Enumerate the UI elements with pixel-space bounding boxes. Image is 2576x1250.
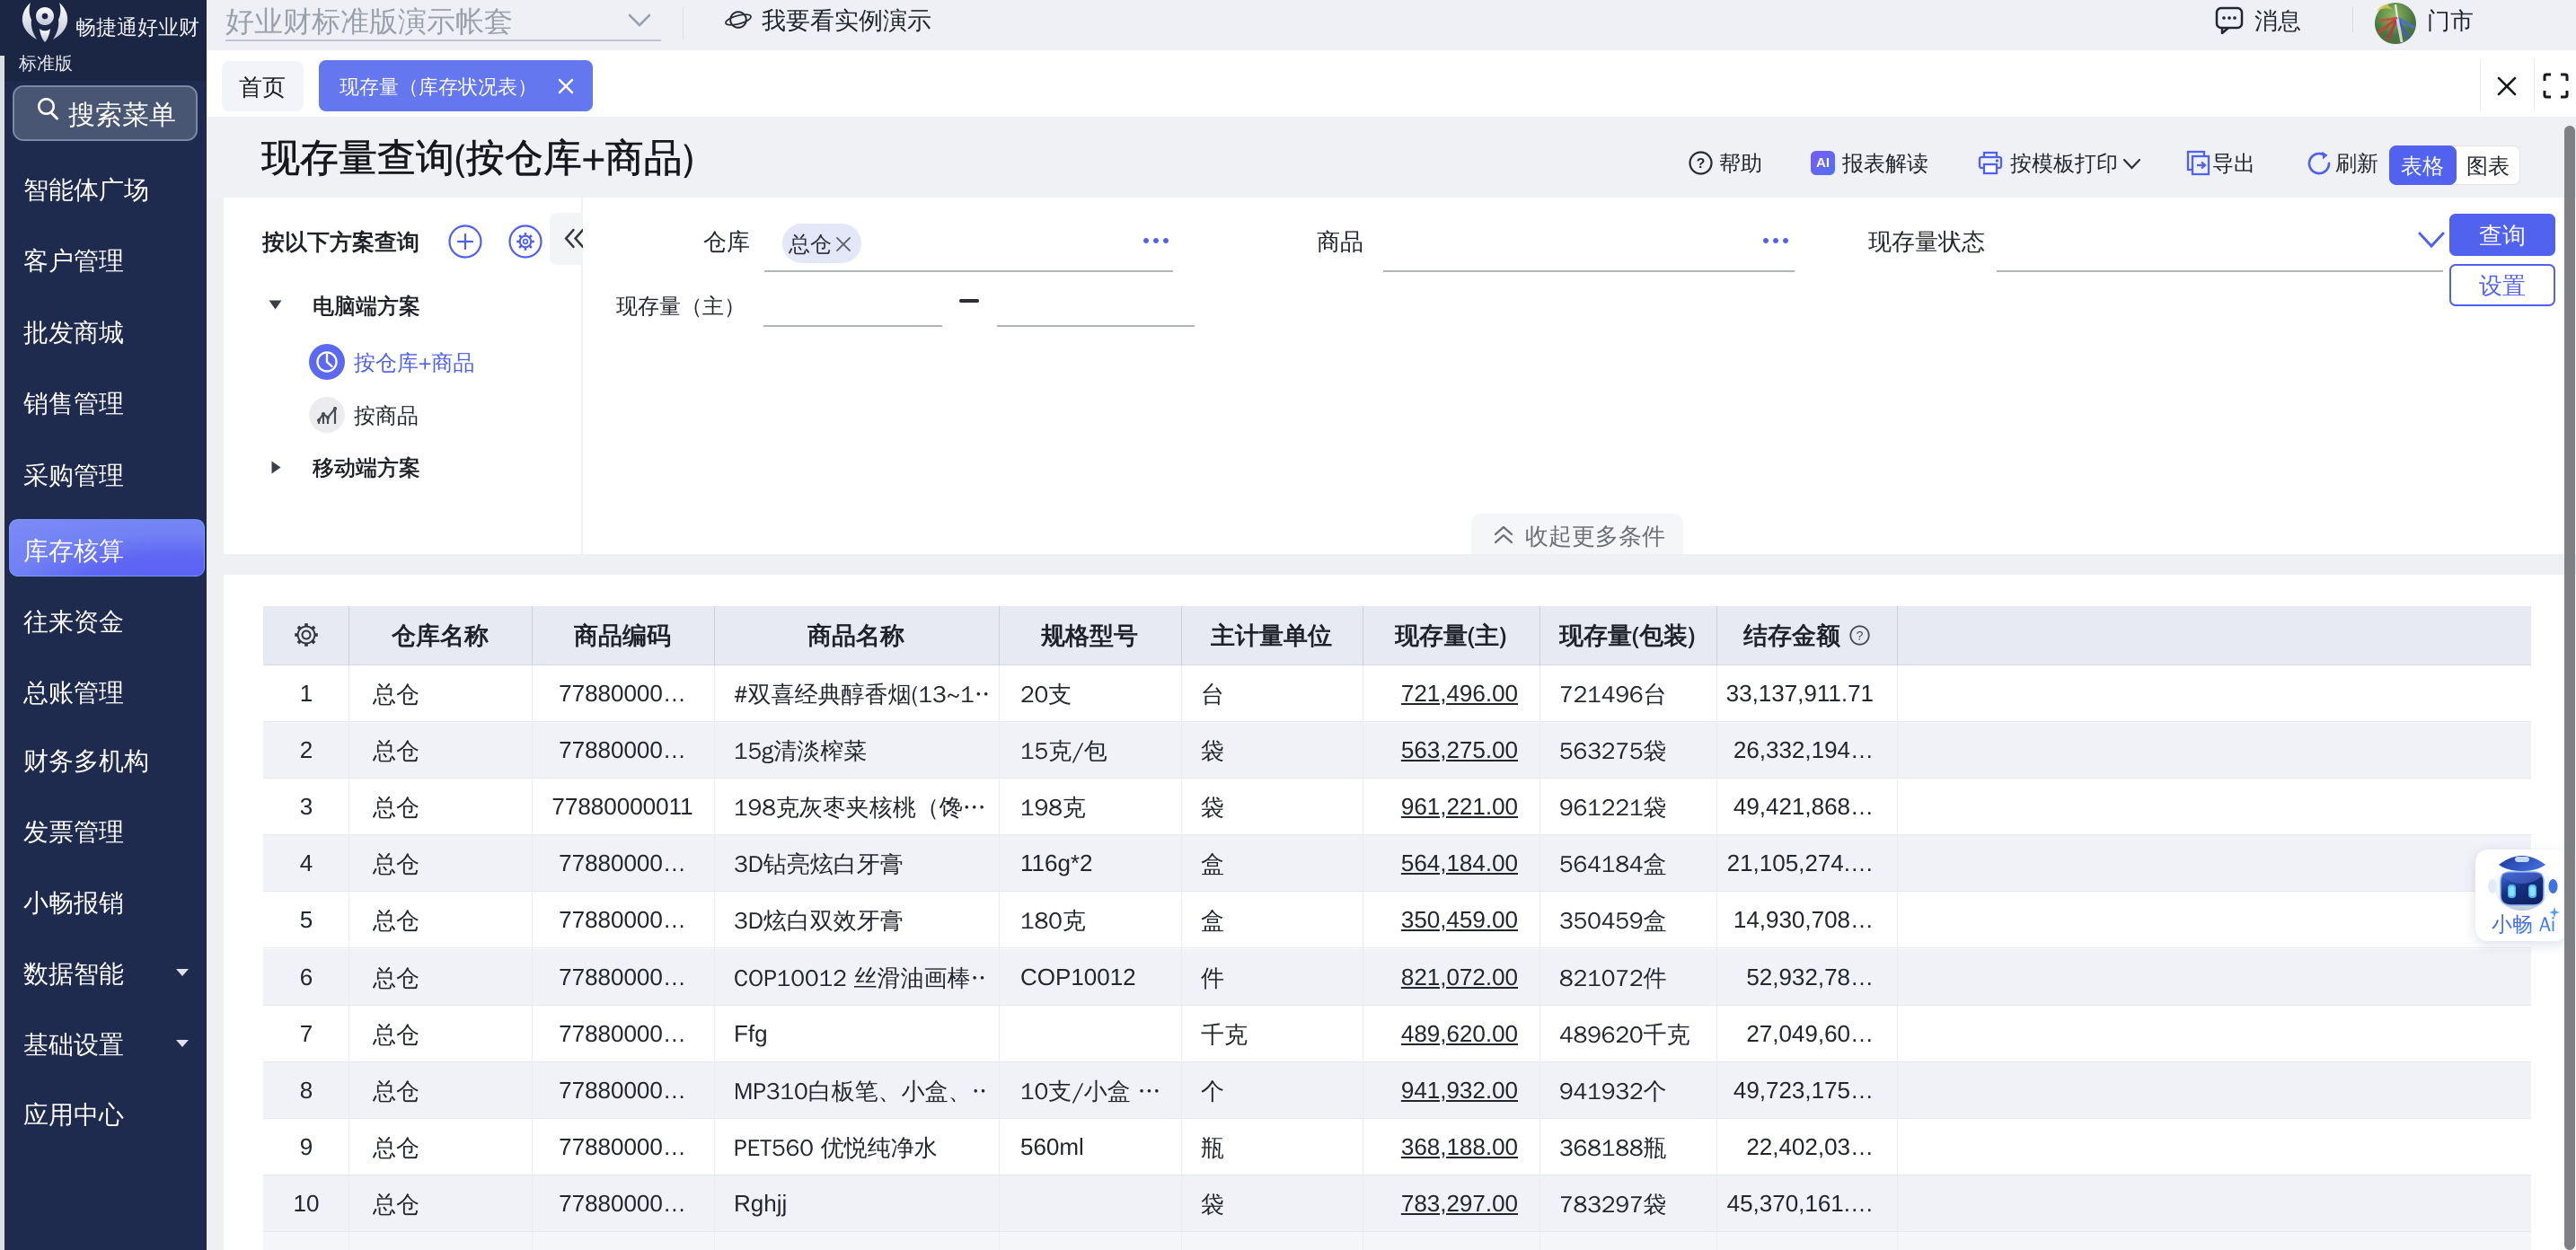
svg-text:?: ? bbox=[1857, 629, 1864, 643]
svg-text:?: ? bbox=[1697, 156, 1706, 172]
